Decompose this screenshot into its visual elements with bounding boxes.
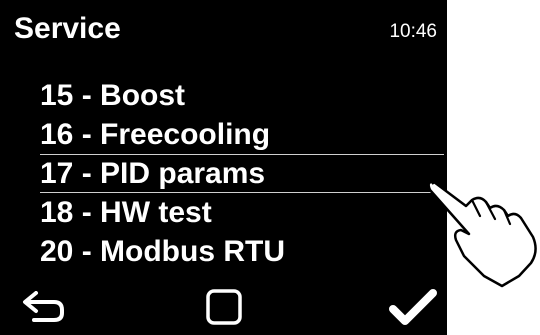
back-button[interactable] <box>18 285 68 329</box>
pointing-hand-icon <box>427 180 537 288</box>
device-screen: Service 10:46 15 - Boost 16 - Freecoolin… <box>0 0 447 335</box>
home-button[interactable] <box>200 285 248 329</box>
menu-item-modbus-rtu[interactable]: 20 - Modbus RTU <box>0 232 447 271</box>
page-title: Service <box>14 12 121 45</box>
service-menu: 15 - Boost 16 - Freecooling 17 - PID par… <box>0 76 447 271</box>
clock: 10:46 <box>389 21 437 42</box>
confirm-button[interactable] <box>385 285 441 329</box>
checkmark-icon <box>389 289 437 325</box>
menu-item-hw-test[interactable]: 18 - HW test <box>0 193 447 232</box>
menu-item-freecooling[interactable]: 16 - Freecooling <box>0 115 447 154</box>
back-arrow-icon <box>23 291 64 322</box>
menu-item-boost[interactable]: 15 - Boost <box>0 76 447 115</box>
bottom-bar <box>0 275 447 335</box>
menu-item-pid-params[interactable]: 17 - PID params <box>0 154 447 193</box>
home-square-icon <box>206 289 242 325</box>
